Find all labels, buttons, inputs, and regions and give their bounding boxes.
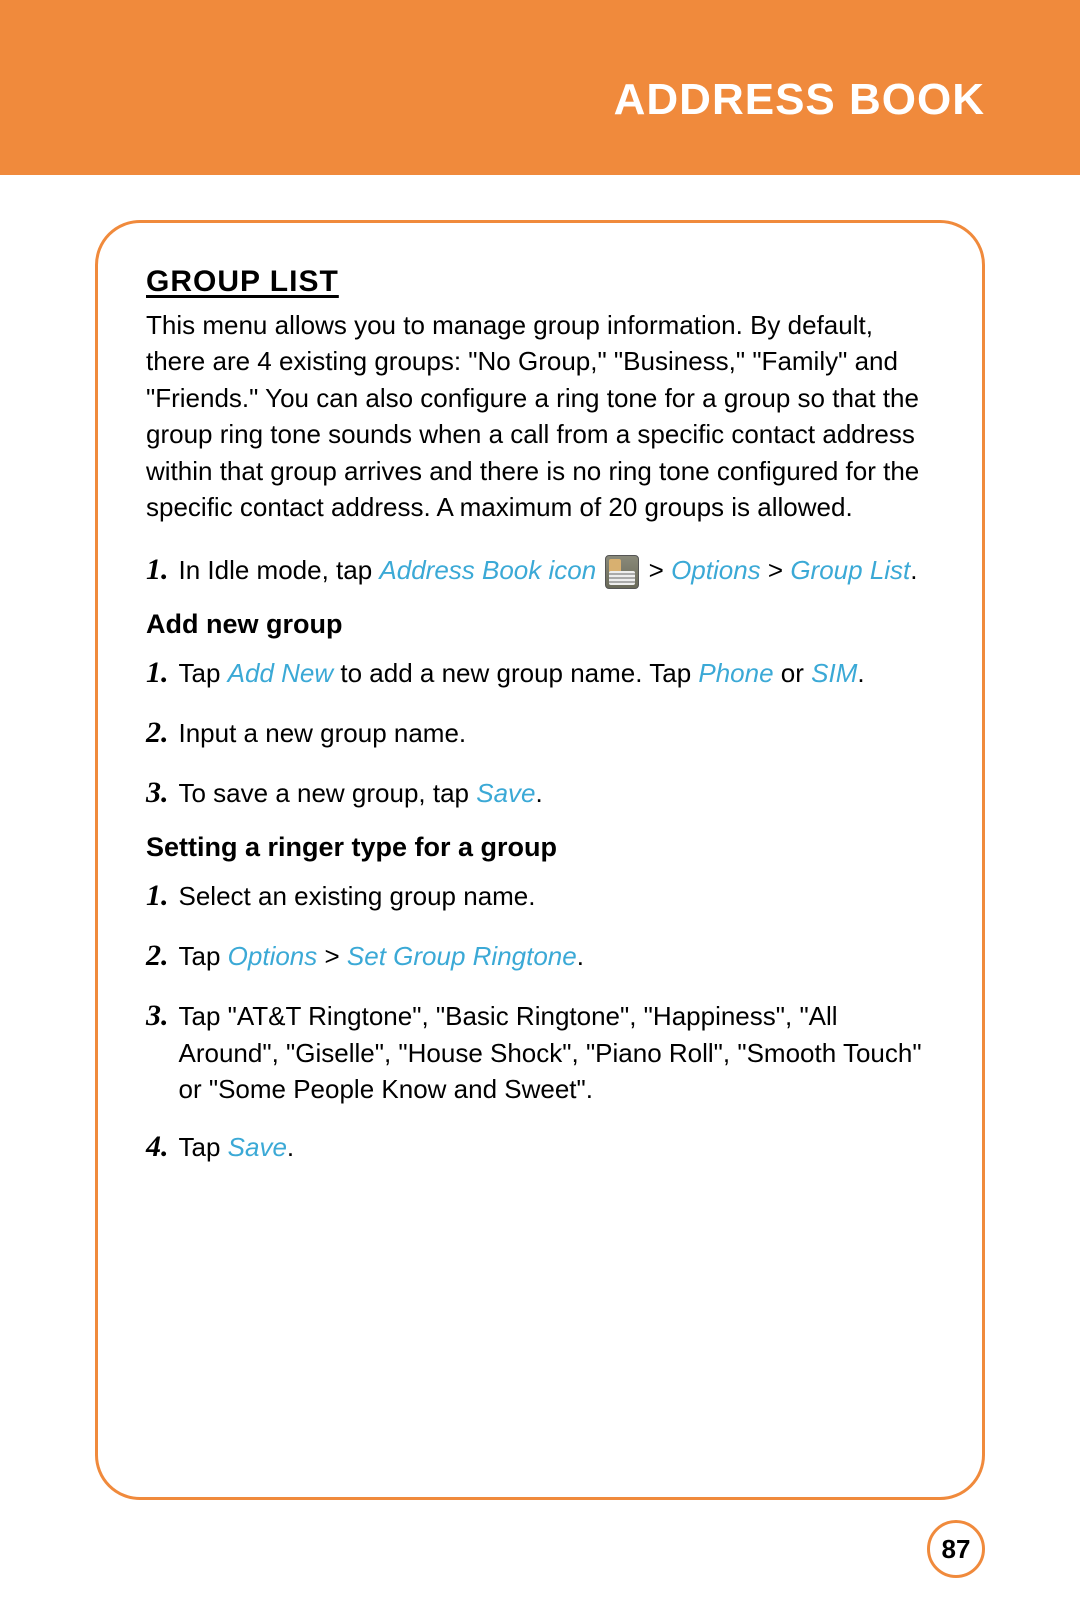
step: 4. Tap Save. [146,1126,934,1168]
step-number: 2. [146,935,169,977]
subheading-add-new-group: Add new group [146,609,934,640]
text-fragment: To save a new group, tap [179,778,477,808]
step-text: Tap "AT&T Ringtone", "Basic Ringtone", "… [179,998,935,1107]
link-text: Add New [228,658,334,688]
step-text: Select an existing group name. [179,878,935,914]
step: 2. Tap Options > Set Group Ringtone. [146,935,934,977]
content-frame: GROUP LIST This menu allows you to manag… [95,220,985,1500]
text-fragment [596,555,603,585]
step-number: 4. [146,1126,169,1168]
main-step-1: 1. In Idle mode, tap Address Book icon >… [146,549,934,591]
link-text: SIM [811,658,857,688]
link-text: Set Group Ringtone [347,941,577,971]
sub1-step-list: 1. Tap Add New to add a new group name. T… [146,652,934,814]
text-fragment: Tap [179,1132,228,1162]
link-text: Save [476,778,535,808]
text-fragment: . [287,1132,294,1162]
step-text: Tap Save. [179,1129,935,1165]
step: 3. To save a new group, tap Save. [146,772,934,814]
step-number: 2. [146,712,169,754]
step: 1. Select an existing group name. [146,875,934,917]
text-fragment: Input a new group name. [179,718,467,748]
text-fragment: . [577,941,584,971]
text-fragment: > [761,555,791,585]
step-number: 1. [146,875,169,917]
link-address-book-icon: Address Book icon [379,555,596,585]
sub2-step-list: 1. Select an existing group name. 2. Tap Op… [146,875,934,1167]
step: 1. Tap Add New to add a new group name. T… [146,652,934,694]
step: 2. Input a new group name. [146,712,934,754]
link-options: Options [671,555,761,585]
text-fragment: to add a new group name. Tap [333,658,698,688]
text-fragment: Tap [179,941,228,971]
text-fragment: . [910,555,917,585]
text-fragment: . [536,778,543,808]
header-title: ADDRESS BOOK [614,75,985,125]
text-fragment: Select an existing group name. [179,881,536,911]
step-number: 1. [146,652,169,694]
text-fragment: > [641,555,671,585]
step: 3.Tap "AT&T Ringtone", "Basic Ringtone",… [146,995,934,1107]
step-text: Input a new group name. [179,715,935,751]
text-fragment: Tap "AT&T Ringtone", "Basic Ringtone", "… [179,1001,922,1104]
link-text: Save [228,1132,287,1162]
link-group-list: Group List [790,555,910,585]
address-book-icon [605,555,639,589]
step-text: Tap Options > Set Group Ringtone. [179,938,935,974]
text-fragment: In Idle mode, tap [179,555,380,585]
step-number: 3. [146,995,169,1037]
text-fragment: Tap [179,658,228,688]
text-fragment: . [857,658,864,688]
link-text: Phone [698,658,773,688]
step-text: Tap Add New to add a new group name. Tap… [179,655,935,691]
section-title: GROUP LIST [146,265,934,299]
text-fragment: or [774,658,812,688]
subheading-setting-ringer: Setting a ringer type for a group [146,832,934,863]
text-fragment: > [317,941,347,971]
step-number: 1. [146,549,169,591]
page-number: 87 [927,1520,985,1578]
step-text: In Idle mode, tap Address Book icon > Op… [179,552,935,589]
step-number: 3. [146,772,169,814]
section-intro: This menu allows you to manage group inf… [146,307,934,525]
page-header: ADDRESS BOOK [0,0,1080,175]
link-text: Options [228,941,318,971]
step-text: To save a new group, tap Save. [179,775,935,811]
